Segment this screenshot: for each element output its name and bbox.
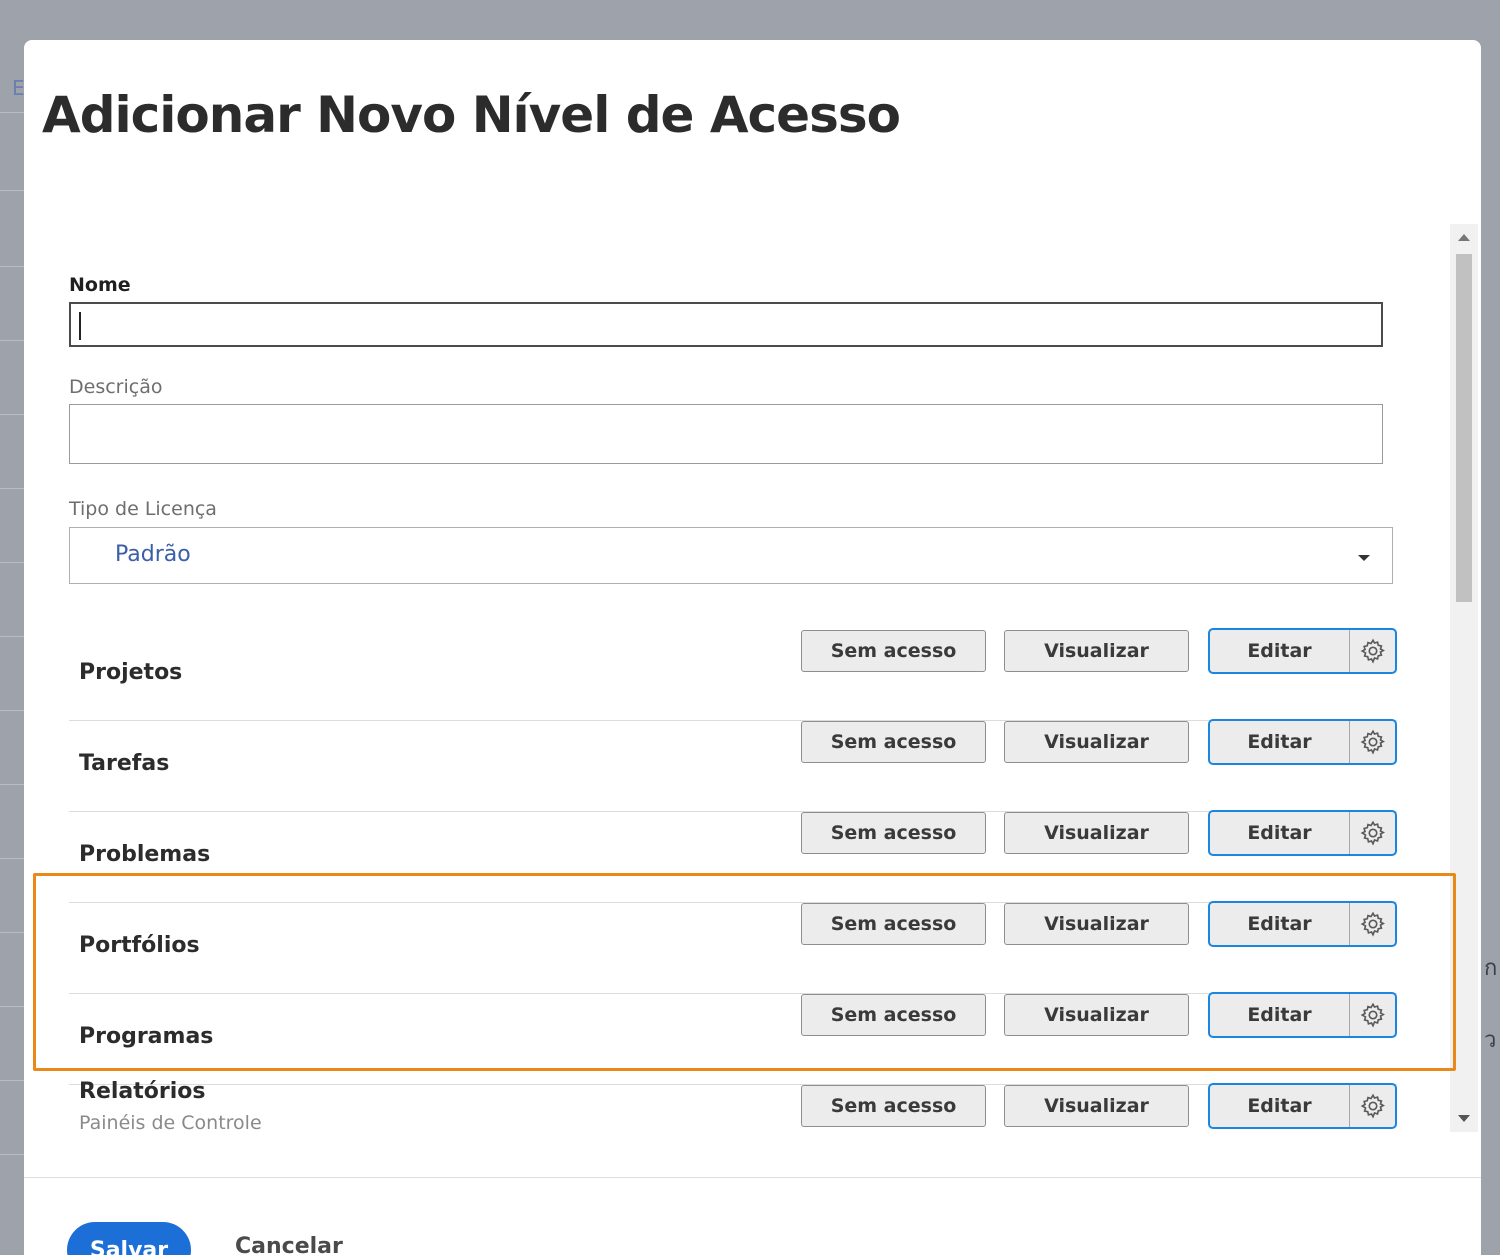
edit-button-group: Editar <box>1208 992 1397 1038</box>
gear-icon[interactable] <box>1350 994 1395 1036</box>
edit-button[interactable]: Editar <box>1210 630 1350 672</box>
bg-divider <box>0 710 24 711</box>
gear-icon[interactable] <box>1350 721 1395 763</box>
access-row: Relatórios Painéis de Controle Sem acesso V… <box>69 1079 1397 1176</box>
add-access-level-modal: Adicionar Novo Nível de Acesso Nome Desc… <box>24 40 1481 1255</box>
access-row-label: Programas <box>79 1024 214 1049</box>
bg-divider <box>0 636 24 637</box>
bg-divider <box>0 414 24 415</box>
gear-icon[interactable] <box>1350 903 1395 945</box>
view-button[interactable]: Visualizar <box>1004 994 1189 1036</box>
license-type-label: Tipo de Licença <box>69 498 217 520</box>
bg-glyph: ก <box>1484 956 1498 981</box>
license-type-value: Padrão <box>115 542 191 567</box>
bg-divider <box>0 340 24 341</box>
no-access-button[interactable]: Sem acesso <box>801 630 986 672</box>
no-access-button[interactable]: Sem acesso <box>801 812 986 854</box>
description-input[interactable] <box>69 404 1383 464</box>
edit-button[interactable]: Editar <box>1210 994 1350 1036</box>
no-access-button[interactable]: Sem acesso <box>801 721 986 763</box>
scrollbar[interactable] <box>1450 224 1478 1132</box>
text-caret <box>79 312 81 340</box>
bg-divider <box>0 562 24 563</box>
no-access-button[interactable]: Sem acesso <box>801 1085 986 1127</box>
view-button[interactable]: Visualizar <box>1004 1085 1189 1127</box>
edit-button-group: Editar <box>1208 628 1397 674</box>
bg-divider <box>0 190 24 191</box>
scroll-down-arrow-icon[interactable] <box>1458 1115 1470 1122</box>
chevron-down-icon <box>1358 555 1370 561</box>
bg-glyph: ว <box>1484 1028 1497 1053</box>
access-row: Problemas Sem acesso Visualizar Editar <box>69 810 1397 903</box>
edit-button-group: Editar <box>1208 810 1397 856</box>
no-access-button[interactable]: Sem acesso <box>801 994 986 1036</box>
edit-button-group: Editar <box>1208 719 1397 765</box>
name-label: Nome <box>69 274 131 296</box>
scroll-thumb[interactable] <box>1456 254 1472 602</box>
view-button[interactable]: Visualizar <box>1004 630 1189 672</box>
bg-divider <box>0 858 24 859</box>
edit-button-group: Editar <box>1208 901 1397 947</box>
edit-button[interactable]: Editar <box>1210 721 1350 763</box>
access-row-label: Portfólios <box>79 933 200 958</box>
bg-divider <box>0 1154 24 1155</box>
bg-divider <box>0 1080 24 1081</box>
no-access-button[interactable]: Sem acesso <box>801 903 986 945</box>
access-row-label: Relatórios <box>79 1079 206 1104</box>
access-row-label: Projetos <box>79 660 183 685</box>
edit-button[interactable]: Editar <box>1210 812 1350 854</box>
description-label: Descrição <box>69 376 163 398</box>
gear-icon[interactable] <box>1350 812 1395 854</box>
view-button[interactable]: Visualizar <box>1004 812 1189 854</box>
footer-divider <box>24 1177 1481 1178</box>
edit-button[interactable]: Editar <box>1210 1085 1350 1127</box>
gear-icon[interactable] <box>1350 1085 1395 1127</box>
view-button[interactable]: Visualizar <box>1004 903 1189 945</box>
access-row: Projetos Sem acesso Visualizar Editar <box>69 628 1397 721</box>
bg-divider <box>0 266 24 267</box>
bg-divider <box>0 488 24 489</box>
access-row-label: Tarefas <box>79 751 170 776</box>
access-row: Tarefas Sem acesso Visualizar Editar <box>69 719 1397 812</box>
bg-divider <box>0 112 24 113</box>
bg-divider <box>0 932 24 933</box>
bg-divider <box>0 1006 24 1007</box>
bg-app-letter: E <box>12 76 25 100</box>
access-row: Programas Sem acesso Visualizar Editar <box>69 992 1397 1085</box>
view-button[interactable]: Visualizar <box>1004 721 1189 763</box>
access-row: Portfólios Sem acesso Visualizar Editar <box>69 901 1397 994</box>
page-title: Adicionar Novo Nível de Acesso <box>42 86 901 144</box>
edit-button[interactable]: Editar <box>1210 903 1350 945</box>
access-row-sublabel: Painéis de Controle <box>79 1112 262 1134</box>
bg-divider <box>0 784 24 785</box>
access-row-label: Problemas <box>79 842 211 867</box>
name-input[interactable] <box>69 302 1383 347</box>
cancel-button[interactable]: Cancelar <box>235 1234 343 1255</box>
gear-icon[interactable] <box>1350 630 1395 672</box>
edit-button-group: Editar <box>1208 1083 1397 1129</box>
save-button[interactable]: Salvar <box>67 1222 191 1255</box>
license-type-select[interactable]: Padrão <box>69 527 1393 584</box>
scroll-up-arrow-icon[interactable] <box>1458 234 1470 241</box>
